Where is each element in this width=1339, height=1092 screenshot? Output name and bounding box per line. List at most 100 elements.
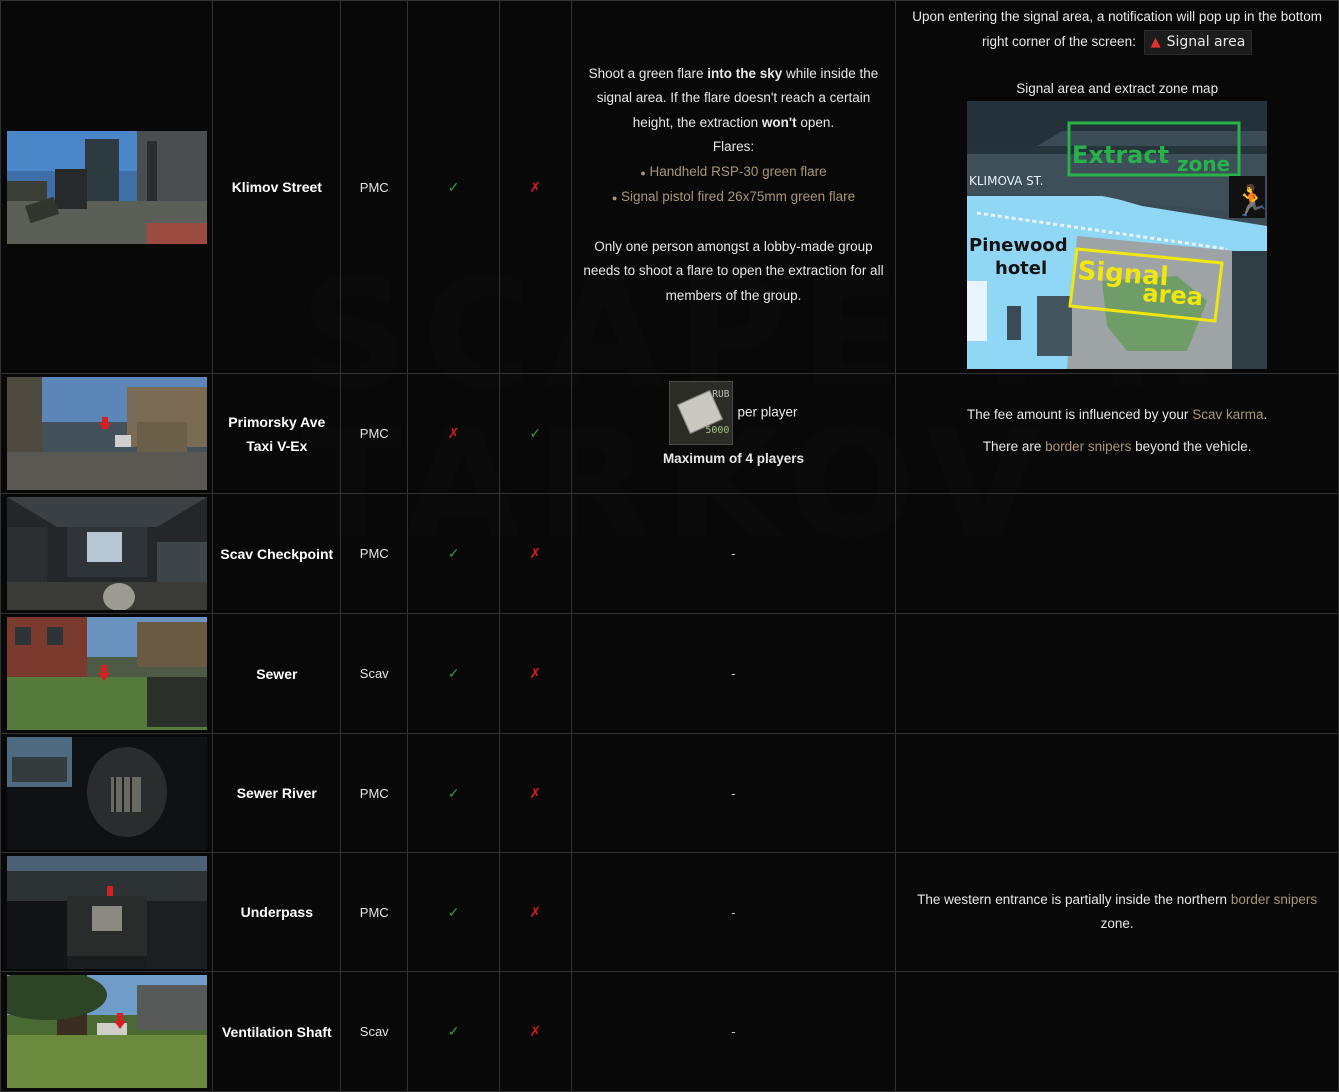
cross-icon: ✗ bbox=[498, 852, 572, 972]
extract-screenshot-cell bbox=[0, 0, 214, 374]
requirements-cell: - bbox=[570, 733, 897, 853]
extract-screenshot[interactable] bbox=[6, 855, 207, 969]
faction: Scav bbox=[340, 971, 409, 1092]
table-row: Klimov Street PMC ✓ ✗ Shoot a green flar… bbox=[0, 0, 1339, 374]
notes-text: zone. bbox=[1100, 916, 1134, 931]
extract-name: Klimov Street bbox=[212, 0, 342, 374]
extract-screenshot-cell bbox=[0, 613, 214, 734]
req-text: Shoot a green flare bbox=[588, 65, 708, 81]
flare-link[interactable]: Handheld RSP-30 green flare bbox=[650, 164, 827, 179]
requirements-cell: Shoot a green flare into the sky while i… bbox=[570, 0, 897, 374]
faction: PMC bbox=[340, 373, 409, 494]
requirements-cell: RUB 5000 per player Maximum of 4 players bbox=[570, 373, 897, 494]
faction: Scav bbox=[340, 613, 409, 734]
notes-cell: The fee amount is influenced by your Sca… bbox=[895, 373, 1339, 494]
map-graphic: Extract zone KLIMOVA ST. 🏃 Pinewood hote… bbox=[967, 100, 1268, 369]
border-snipers-link[interactable]: border snipers bbox=[1231, 892, 1317, 907]
extract-name: Primorsky Ave Taxi V-Ex bbox=[212, 373, 342, 494]
req-bold: won't bbox=[761, 114, 797, 130]
warning-icon: ▲ bbox=[1150, 34, 1161, 50]
extract-name: Sewer bbox=[212, 613, 342, 734]
extract-screenshot-cell bbox=[0, 373, 214, 494]
check-icon: ✓ bbox=[407, 613, 500, 734]
requirements-cell: - bbox=[570, 613, 897, 734]
check-icon: ✓ bbox=[407, 852, 500, 972]
extract-screenshot[interactable] bbox=[6, 130, 207, 244]
rub-amount: 5000 bbox=[705, 424, 730, 436]
check-icon: ✓ bbox=[407, 0, 500, 374]
extract-screenshot-cell bbox=[0, 852, 214, 972]
map-label-hotel: Pinewood bbox=[969, 235, 1068, 256]
notes-cell bbox=[895, 613, 1339, 734]
notes-text: There are bbox=[982, 438, 1046, 454]
extract-screenshot-cell bbox=[0, 493, 214, 614]
table-row: Primorsky Ave Taxi V-Ex PMC ✗ ✓ RUB 5000… bbox=[0, 373, 1339, 494]
extract-screenshot[interactable] bbox=[6, 736, 207, 850]
cross-icon: ✗ bbox=[498, 493, 572, 614]
check-icon: ✓ bbox=[407, 971, 500, 1092]
signal-area-map[interactable]: Extract zone KLIMOVA ST. 🏃 Pinewood hote… bbox=[967, 100, 1268, 369]
requirements-cell: - bbox=[570, 971, 897, 1092]
requirements-cell: - bbox=[570, 493, 897, 614]
map-label-hotel-2: hotel bbox=[995, 258, 1047, 279]
map-label-extract: Extract bbox=[1072, 141, 1169, 169]
check-icon: ✓ bbox=[498, 373, 572, 494]
check-icon: ✓ bbox=[407, 493, 500, 614]
faction: PMC bbox=[340, 852, 409, 972]
map-caption: Signal area and extract zone map bbox=[1016, 80, 1219, 96]
signal-area-badge: ▲ Signal area bbox=[1143, 29, 1253, 55]
extract-screenshot[interactable] bbox=[6, 497, 207, 610]
cross-icon: ✗ bbox=[407, 373, 500, 494]
faction: PMC bbox=[340, 493, 409, 614]
scav-karma-link[interactable]: Scav karma bbox=[1192, 407, 1263, 422]
extract-name: Scav Checkpoint bbox=[212, 493, 342, 614]
border-snipers-link[interactable]: border snipers bbox=[1045, 439, 1131, 454]
req-bold: into the sky bbox=[707, 65, 783, 81]
extract-name: Underpass bbox=[212, 852, 342, 972]
cross-icon: ✗ bbox=[498, 971, 572, 1092]
extract-screenshot[interactable] bbox=[6, 377, 207, 490]
faction: PMC bbox=[340, 0, 409, 374]
cross-icon: ✗ bbox=[498, 0, 572, 374]
map-label-zone: zone bbox=[1177, 152, 1230, 176]
exit-runner-icon: 🏃 bbox=[1233, 183, 1267, 218]
table-row: Scav Checkpoint PMC ✓ ✗ - bbox=[0, 493, 1339, 614]
req-text: open. bbox=[796, 114, 835, 130]
table-row: Underpass PMC ✓ ✗ - The western entrance… bbox=[0, 852, 1339, 972]
flare-link[interactable]: Signal pistol fired 26x75mm green flare bbox=[621, 189, 855, 204]
rub-label: RUB bbox=[712, 389, 730, 401]
notes-cell bbox=[895, 971, 1339, 1092]
table-row: Ventilation Shaft Scav ✓ ✗ - bbox=[0, 971, 1339, 1092]
extract-screenshot-cell bbox=[0, 733, 214, 853]
notes-text: . bbox=[1263, 406, 1268, 422]
cross-icon: ✗ bbox=[498, 613, 572, 734]
table-row: Sewer Scav ✓ ✗ - bbox=[0, 613, 1339, 734]
extract-screenshot[interactable] bbox=[6, 617, 207, 730]
roubles-item[interactable]: RUB 5000 bbox=[669, 381, 734, 446]
notes-cell: Upon entering the signal area, a notific… bbox=[895, 0, 1339, 374]
notes-text: beyond the vehicle. bbox=[1131, 438, 1252, 454]
flare-item[interactable]: ● Handheld RSP-30 green flare bbox=[578, 160, 890, 186]
flare-item[interactable]: ● Signal pistol fired 26x75mm green flar… bbox=[578, 185, 890, 211]
notes-text: Upon entering the signal area, a notific… bbox=[912, 9, 1323, 49]
map-label-street: KLIMOVA ST. bbox=[969, 174, 1043, 188]
cross-icon: ✗ bbox=[498, 733, 572, 853]
flares-title: Flares: bbox=[712, 139, 755, 155]
faction: PMC bbox=[340, 733, 409, 853]
check-icon: ✓ bbox=[407, 733, 500, 853]
notes-cell: The western entrance is partially inside… bbox=[895, 852, 1339, 972]
group-note: Only one person amongst a lobby-made gro… bbox=[583, 238, 884, 303]
extracts-table: Klimov Street PMC ✓ ✗ Shoot a green flar… bbox=[0, 0, 1339, 1092]
badge-label: Signal area bbox=[1166, 33, 1246, 50]
max-players: Maximum of 4 players bbox=[662, 451, 804, 467]
requirements-cell: - bbox=[570, 852, 897, 972]
extract-name: Sewer River bbox=[212, 733, 342, 853]
per-player-text: per player bbox=[737, 404, 798, 420]
notes-cell bbox=[895, 733, 1339, 853]
map-label-area: area bbox=[1142, 279, 1204, 311]
notes-text: The western entrance is partially inside… bbox=[917, 892, 1231, 907]
notes-text: The fee amount is influenced by your bbox=[967, 406, 1193, 422]
table-row: Sewer River PMC ✓ ✗ - bbox=[0, 733, 1339, 853]
extract-screenshot[interactable] bbox=[6, 975, 207, 1088]
notes-cell bbox=[895, 493, 1339, 614]
